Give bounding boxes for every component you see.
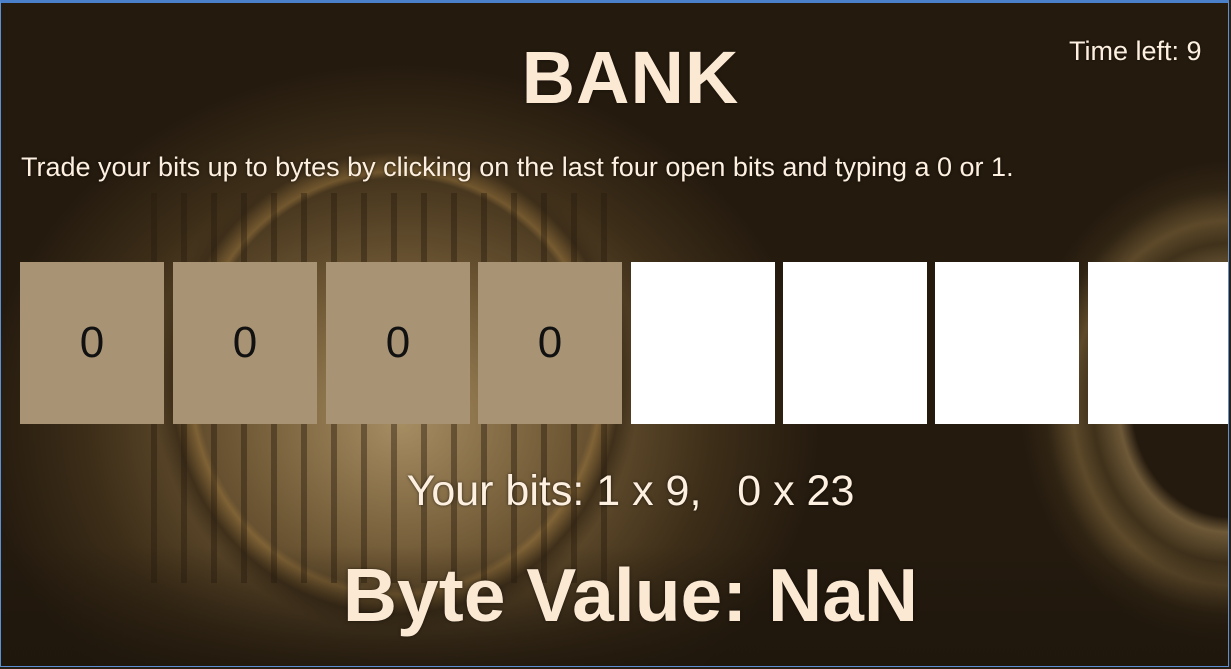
bit-inventory-text: Your bits: 1 x 9, 0 x 23 bbox=[406, 467, 855, 515]
bit-cell-3: 0 bbox=[326, 262, 470, 424]
bit-cell-4: 0 bbox=[478, 262, 622, 424]
time-left-readout: Time left: 9 bbox=[1069, 36, 1202, 66]
game-frame: BANK Time left: 9 Trade your bits up to … bbox=[0, 0, 1229, 667]
instructions-text: Trade your bits up to bytes by clicking … bbox=[21, 152, 1014, 182]
bit-cell-6[interactable] bbox=[783, 262, 927, 424]
bit-cell-8[interactable] bbox=[1088, 262, 1228, 424]
byte-value-text: Byte Value: NaN bbox=[342, 553, 919, 637]
bit-cell-5[interactable] bbox=[631, 262, 775, 424]
bit-cell-2: 0 bbox=[173, 262, 317, 424]
page-title: BANK bbox=[521, 36, 740, 119]
bit-cell-7[interactable] bbox=[935, 262, 1079, 424]
bit-cell-1: 0 bbox=[20, 262, 164, 424]
